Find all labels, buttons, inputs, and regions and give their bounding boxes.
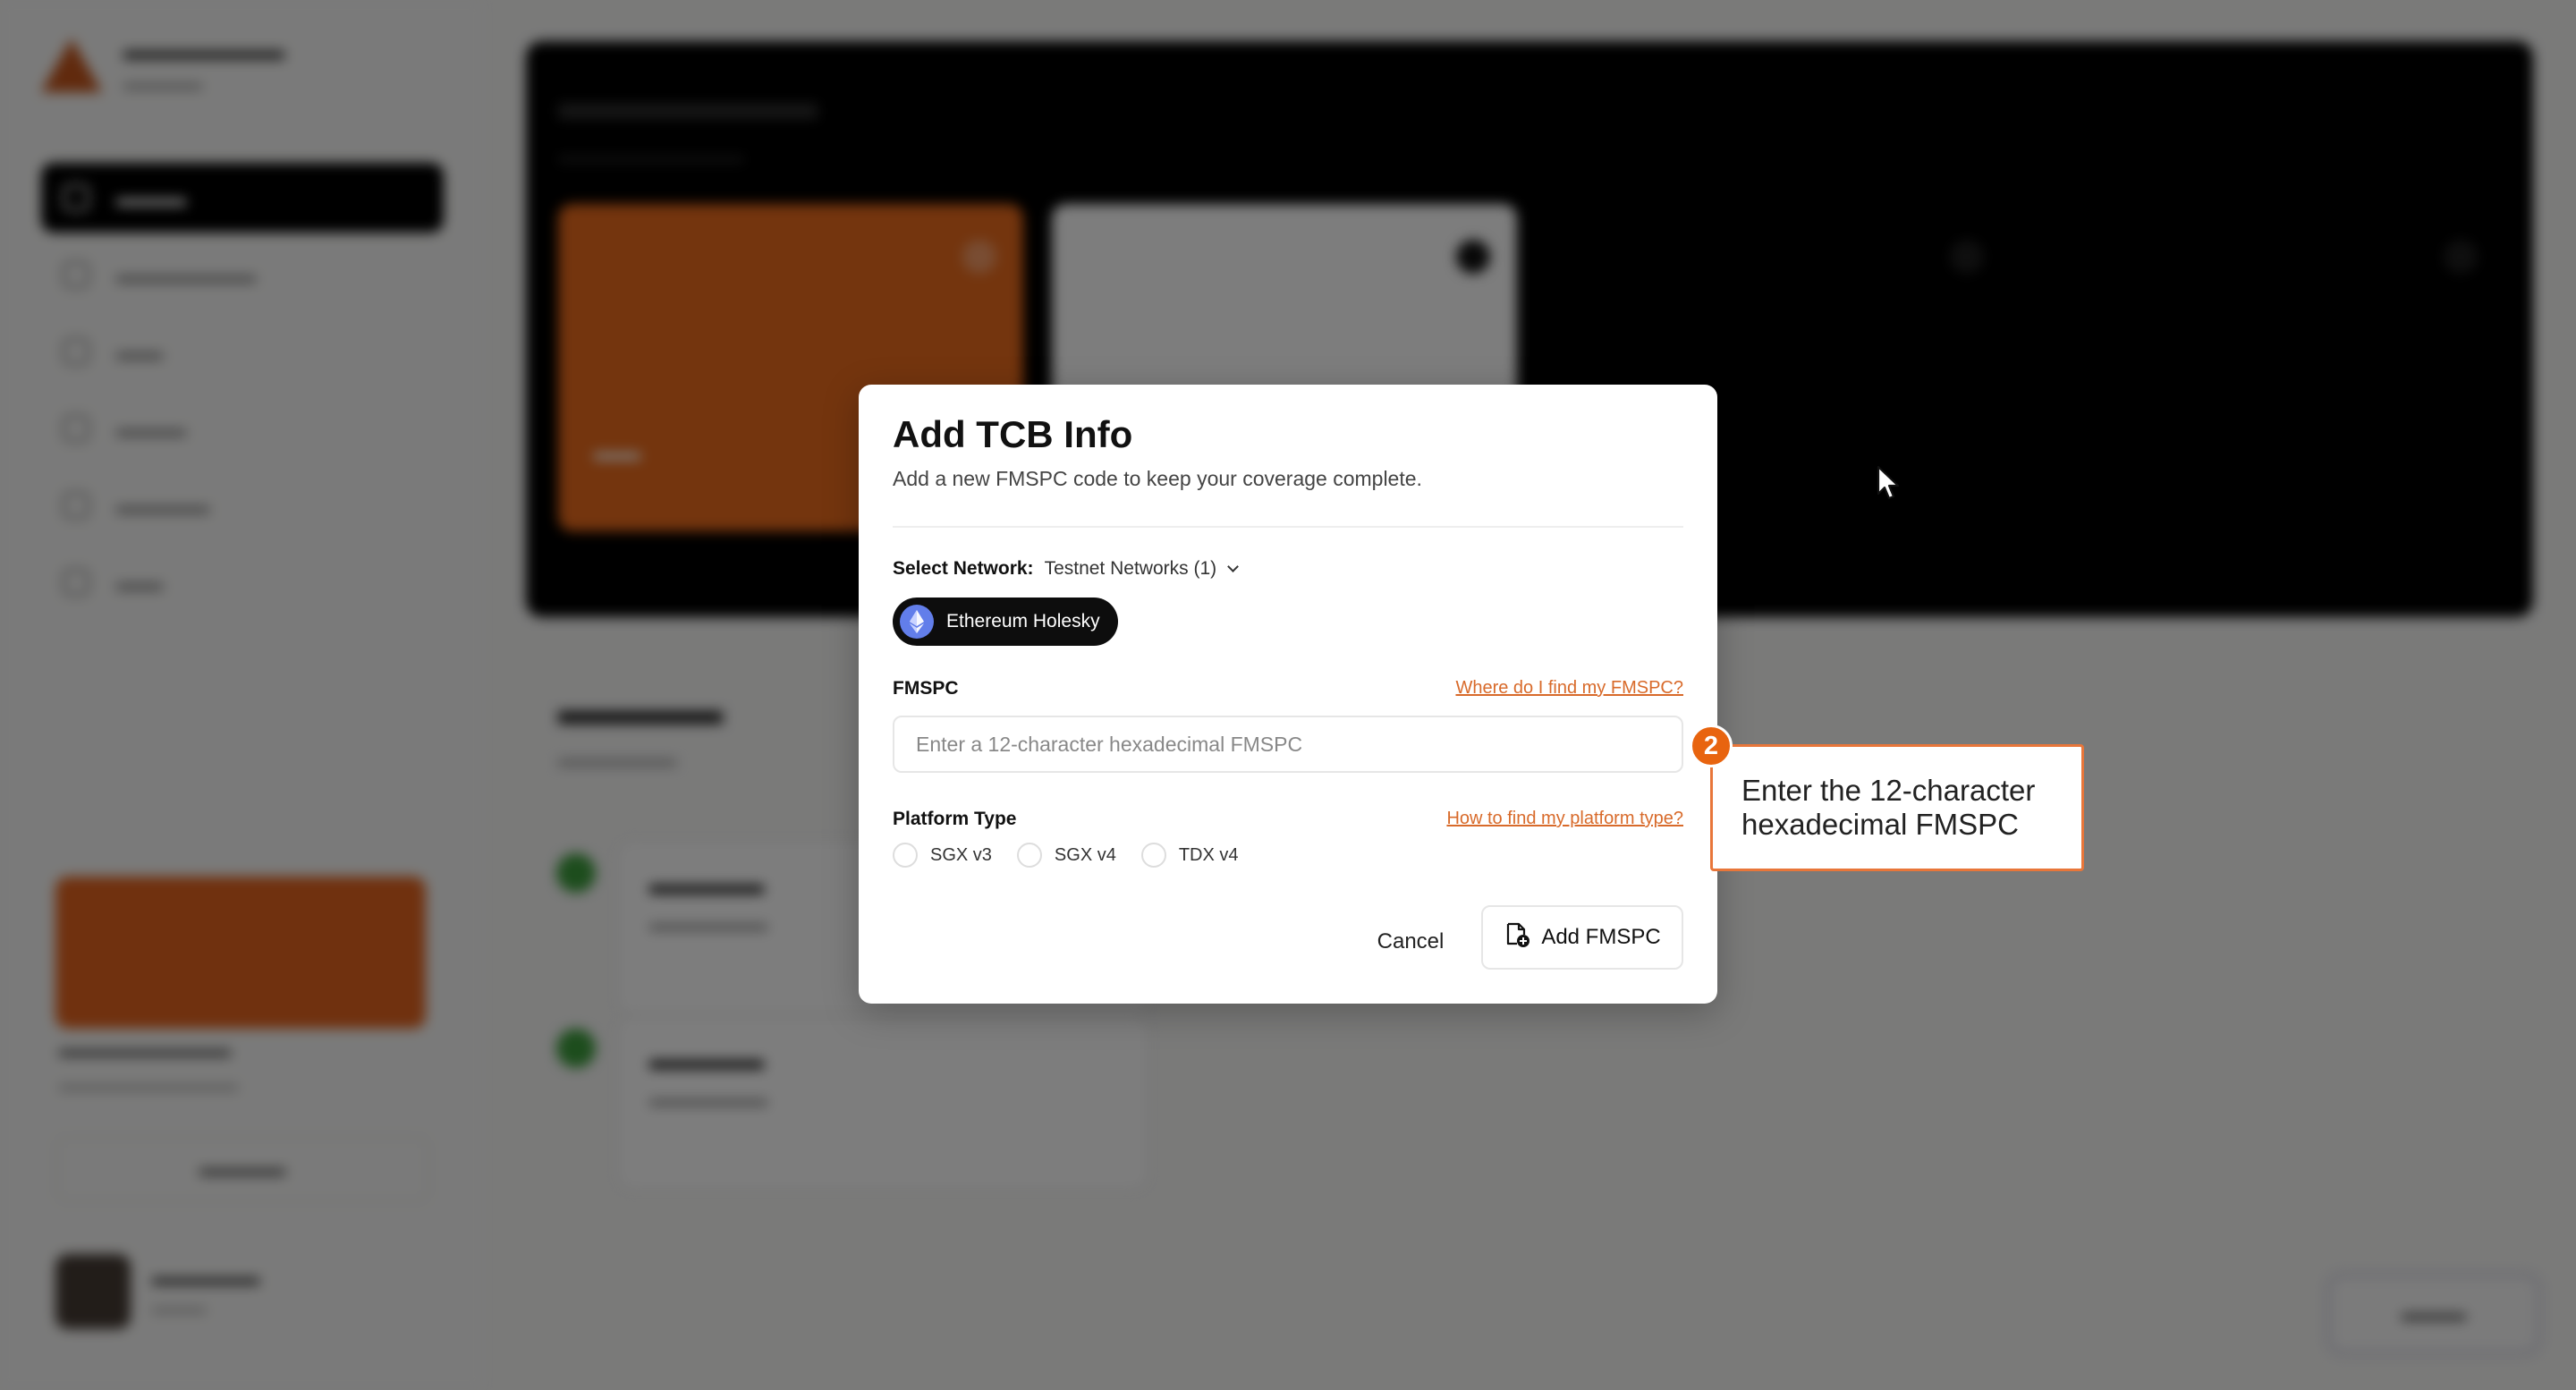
radio-circle[interactable] — [1140, 843, 1166, 868]
mouse-cursor-icon — [1877, 465, 1902, 505]
ethereum-icon — [900, 605, 934, 639]
network-chip[interactable]: Ethereum Holesky — [893, 598, 1118, 646]
network-selector-row: Select Network: Testnet Networks (1) — [893, 558, 1239, 580]
network-label: Select Network: — [893, 558, 1034, 579]
network-select[interactable]: Testnet Networks (1) — [1044, 558, 1239, 580]
network-select-value: Testnet Networks (1) — [1044, 558, 1217, 579]
tutorial-tooltip: Enter the 12-character hexadecimal FMSPC — [1710, 744, 2084, 871]
chevron-down-icon — [1227, 561, 1239, 572]
radio-label: SGX v4 — [1054, 844, 1116, 865]
radio-tdx-v4[interactable]: TDX v4 — [1140, 843, 1239, 868]
radio-sgx-v3[interactable]: SGX v3 — [893, 843, 992, 868]
fmspc-input[interactable] — [893, 716, 1683, 773]
radio-circle[interactable] — [893, 843, 918, 868]
step-badge: 2 — [1690, 725, 1733, 767]
platform-help-link[interactable]: How to find my platform type? — [1446, 809, 1683, 829]
radio-label: SGX v3 — [930, 844, 992, 865]
fmspc-help-link[interactable]: Where do I find my FMSPC? — [1455, 678, 1683, 699]
add-fmspc-label: Add FMSPC — [1541, 925, 1661, 949]
platform-type-label: Platform Type — [893, 809, 1017, 829]
add-document-icon — [1504, 921, 1530, 954]
add-fmspc-button[interactable]: Add FMSPC — [1481, 905, 1683, 970]
cancel-button[interactable]: Cancel — [1358, 912, 1463, 971]
network-chip-label: Ethereum Holesky — [946, 611, 1100, 631]
fmspc-label: FMSPC — [893, 678, 959, 699]
add-tcb-info-dialog: Add TCB Info Add a new FMSPC code to kee… — [859, 385, 1717, 1004]
divider — [893, 526, 1683, 528]
radio-circle[interactable] — [1016, 843, 1042, 868]
platform-type-radio-group: SGX v3 SGX v4 TDX v4 — [893, 843, 1239, 868]
dialog-subtitle: Add a new FMSPC code to keep your covera… — [893, 467, 1422, 490]
radio-label: TDX v4 — [1178, 844, 1239, 865]
radio-sgx-v4[interactable]: SGX v4 — [1016, 843, 1116, 868]
dialog-title: Add TCB Info — [893, 413, 1133, 455]
tooltip-text: Enter the 12-character hexadecimal FMSPC — [1741, 774, 2036, 841]
